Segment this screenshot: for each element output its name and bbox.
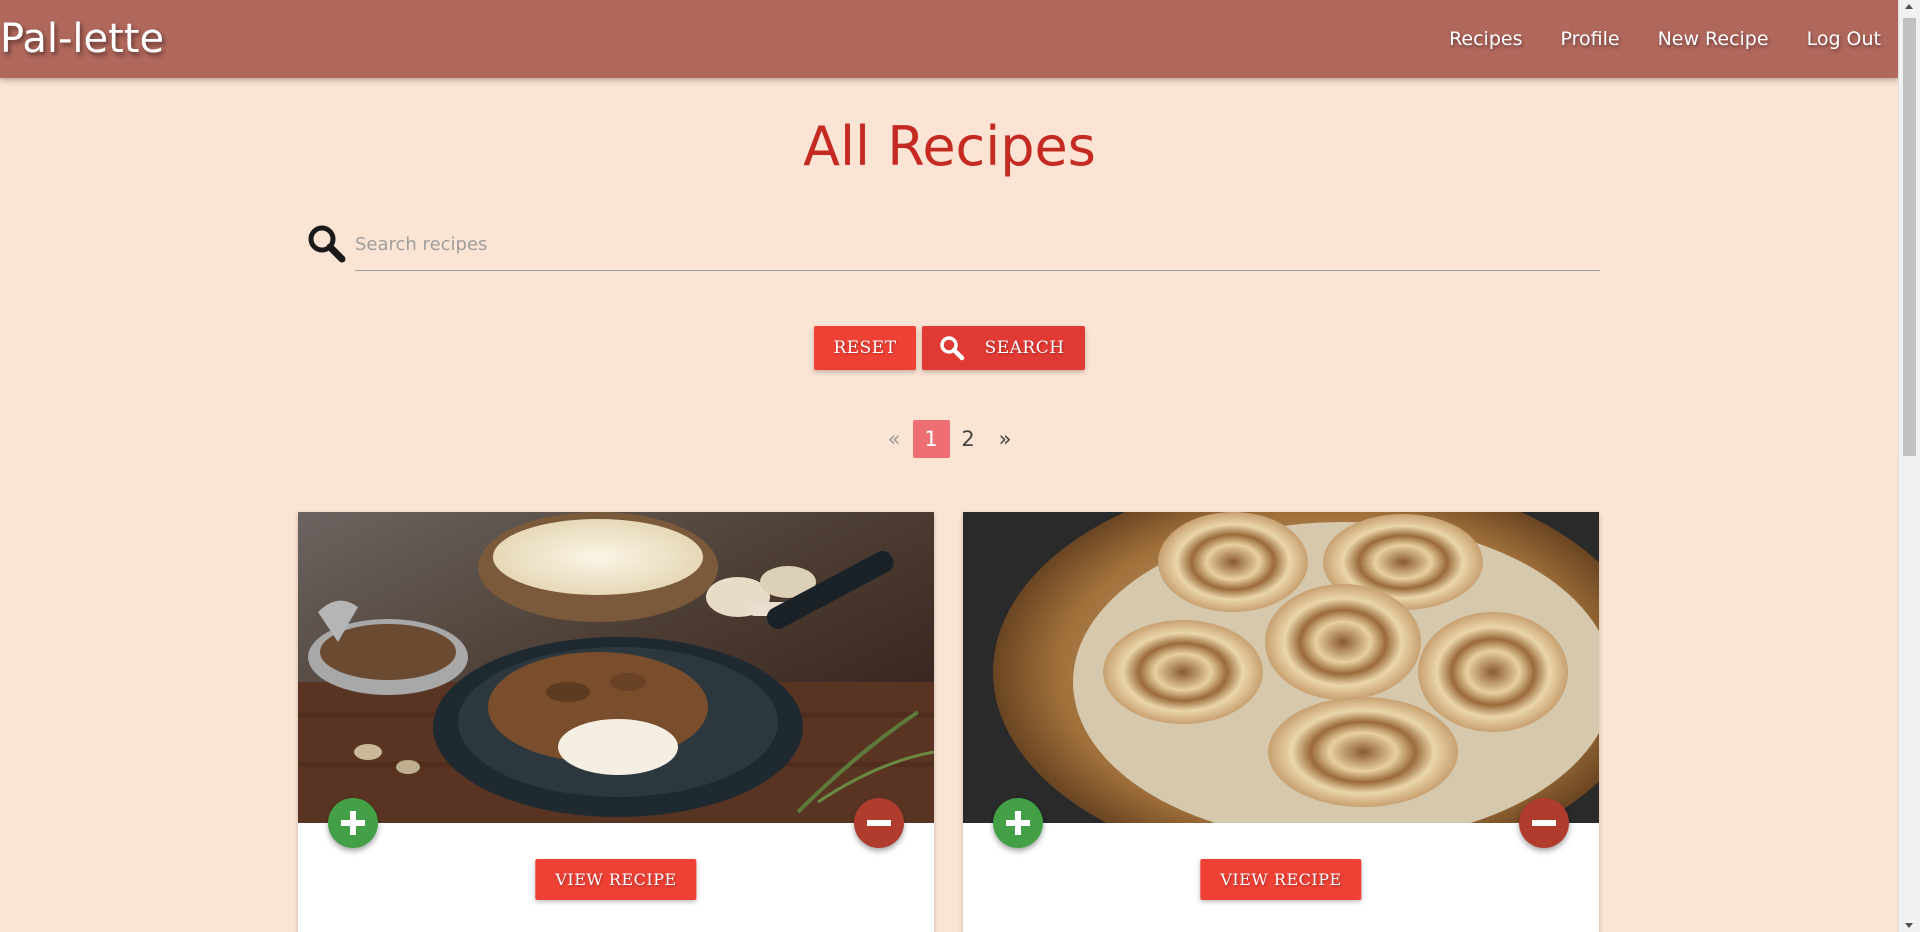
pagination: « 1 2 » bbox=[0, 420, 1899, 458]
nav-link-log-out[interactable]: Log Out bbox=[1807, 28, 1881, 50]
plus-icon bbox=[1006, 811, 1030, 835]
add-button[interactable] bbox=[328, 798, 378, 848]
recipe-card: VIEW RECIPE bbox=[963, 512, 1599, 932]
nav-links: Recipes Profile New Recipe Log Out bbox=[1449, 0, 1881, 78]
search-bar bbox=[300, 218, 1600, 274]
pagination-next[interactable]: » bbox=[987, 420, 1024, 458]
nav-link-recipes[interactable]: Recipes bbox=[1449, 28, 1522, 50]
page-title: All Recipes bbox=[803, 115, 1096, 178]
search-button[interactable]: SEARCH bbox=[921, 326, 1085, 370]
plus-icon bbox=[341, 811, 365, 835]
navbar: Pal-lette Recipes Profile New Recipe Log… bbox=[0, 0, 1899, 78]
search-icon bbox=[939, 336, 964, 361]
minus-icon bbox=[867, 820, 891, 826]
recipe-card: VIEW RECIPE bbox=[298, 512, 934, 932]
remove-button[interactable] bbox=[1519, 798, 1569, 848]
search-actions: RESET SEARCH bbox=[0, 326, 1899, 370]
scrollbar[interactable] bbox=[1898, 0, 1920, 932]
nav-link-profile[interactable]: Profile bbox=[1560, 28, 1619, 50]
pagination-prev[interactable]: « bbox=[876, 420, 913, 458]
recipe-image bbox=[298, 512, 934, 823]
add-button[interactable] bbox=[993, 798, 1043, 848]
reset-button[interactable]: RESET bbox=[814, 326, 916, 370]
brand-logo[interactable]: Pal-lette bbox=[0, 16, 164, 62]
page: Pal-lette Recipes Profile New Recipe Log… bbox=[0, 0, 1920, 932]
pagination-page-1[interactable]: 1 bbox=[912, 420, 950, 458]
pagination-page-2[interactable]: 2 bbox=[950, 420, 987, 458]
remove-button[interactable] bbox=[854, 798, 904, 848]
view-recipe-button[interactable]: VIEW RECIPE bbox=[1200, 859, 1362, 900]
scrollbar-thumb[interactable] bbox=[1903, 18, 1916, 456]
search-icon bbox=[308, 225, 346, 263]
search-button-label: SEARCH bbox=[984, 338, 1065, 358]
scroll-up-arrow-icon[interactable] bbox=[1905, 4, 1913, 9]
scroll-down-arrow-icon[interactable] bbox=[1905, 923, 1913, 928]
search-input[interactable] bbox=[355, 218, 1600, 271]
view-recipe-button[interactable]: VIEW RECIPE bbox=[535, 859, 697, 900]
nav-link-new-recipe[interactable]: New Recipe bbox=[1658, 28, 1769, 50]
minus-icon bbox=[1532, 820, 1556, 826]
recipe-image bbox=[963, 512, 1599, 823]
